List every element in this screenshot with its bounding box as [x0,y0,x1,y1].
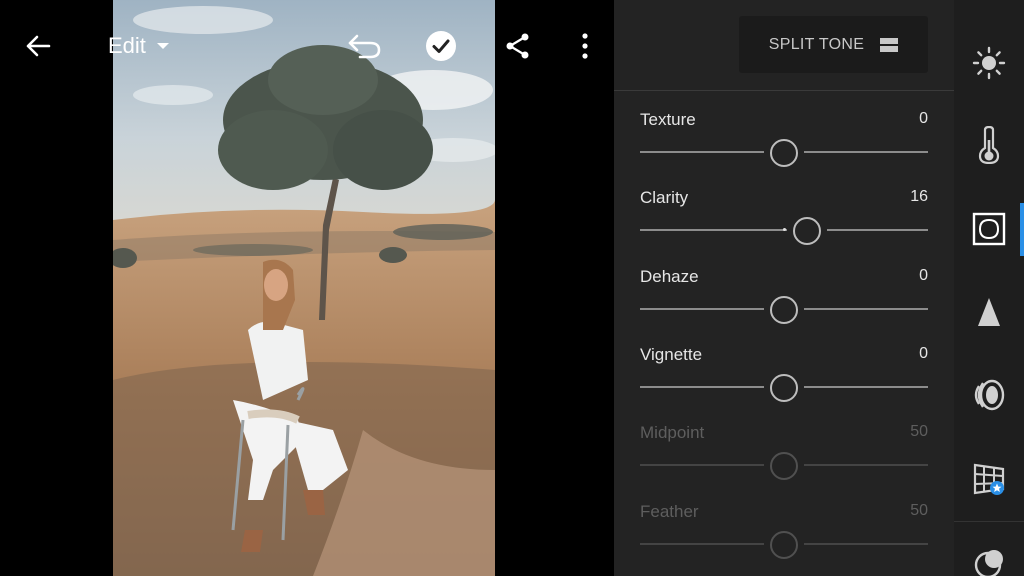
rail-item-mask[interactable] [954,532,1024,576]
vignette-slider-knob[interactable] [770,374,798,402]
rail-item-detail[interactable] [954,282,1024,342]
feather-track-left [640,543,764,545]
dehaze-slider-knob[interactable] [770,296,798,324]
rail-item-light[interactable] [954,33,1024,93]
vignette-track-left [640,386,764,388]
texture-track-left [640,151,764,153]
edit-mode-label: Edit [108,33,146,58]
feather-slider [640,531,928,559]
clarity-label: Clarity [640,188,689,207]
more-vertical-icon [582,33,588,59]
midpoint-track-left [640,464,764,466]
dehaze-value: 0 [919,267,928,284]
app-screen: Edit SPLIT TONE Texture 0 Clarity 16 Deh… [0,0,1024,576]
slider-row-feather: Feather 50 [640,502,928,572]
rail-divider [954,521,1024,522]
vignette-label: Vignette [640,345,703,364]
dehaze-label: Dehaze [640,267,699,286]
texture-slider[interactable] [640,139,928,167]
midpoint-label: Midpoint [640,423,705,442]
vignette-slider[interactable] [640,374,928,402]
midpoint-slider [640,452,928,480]
midpoint-value: 50 [910,423,928,440]
clarity-track-right [827,229,928,231]
dehaze-track-left [640,308,764,310]
texture-track-right [804,151,928,153]
clarity-slider-knob[interactable] [793,217,822,245]
texture-value: 0 [919,110,928,127]
effects-icon [972,212,1006,246]
caret-down-icon [156,43,169,49]
done-button[interactable] [421,26,461,66]
clarity-track-left [640,229,788,231]
edit-mode-dropdown[interactable]: Edit [108,30,170,62]
rail-item-effects[interactable] [954,199,1024,259]
rail-item-color[interactable] [954,115,1024,175]
slider-row-texture: Texture 0 [640,110,928,180]
optics-icon [974,379,1005,411]
feather-slider-knob [770,531,798,559]
tool-rail [954,0,1024,576]
share-icon [506,33,529,59]
share-button[interactable] [498,26,538,66]
split-tone-button[interactable]: SPLIT TONE [739,16,928,73]
texture-slider-knob[interactable] [770,139,798,167]
dehaze-slider[interactable] [640,296,928,324]
midpoint-track-right [804,464,928,466]
dehaze-track-right [804,308,928,310]
clarity-center-tick [782,228,786,231]
feather-track-right [804,543,928,545]
vignette-track-right [804,386,928,388]
feather-value: 50 [910,502,928,519]
light-icon [972,46,1006,80]
adjustments-panel: SPLIT TONE Texture 0 Clarity 16 Dehaze 0 Vigne… [614,0,954,576]
rail-item-geometry[interactable] [954,449,1024,509]
photo-canvas[interactable] [113,0,495,576]
clarity-value: 16 [910,188,928,205]
color-temperature-icon [978,126,1000,164]
panel-header: SPLIT TONE [614,0,954,91]
clarity-slider[interactable] [640,217,928,245]
detail-icon [978,298,1000,326]
back-button[interactable] [18,26,58,66]
geometry-icon [973,463,1005,495]
slider-row-clarity: Clarity 16 [640,188,928,258]
slider-row-midpoint: Midpoint 50 [640,423,928,493]
vignette-value: 0 [919,345,928,362]
texture-label: Texture [640,110,696,129]
slider-row-dehaze: Dehaze 0 [640,267,928,337]
feather-label: Feather [640,502,699,521]
undo-icon [348,34,381,59]
split-tone-label: SPLIT TONE [768,35,865,53]
rail-item-optics[interactable] [954,365,1024,425]
undo-button[interactable] [344,26,384,66]
arrow-left-icon [26,35,51,57]
more-options-button[interactable] [565,26,605,66]
slider-row-vignette: Vignette 0 [640,345,928,415]
mask-icon [974,550,1003,576]
rail-active-indicator [1020,203,1024,256]
midpoint-slider-knob [770,452,798,480]
check-circle-icon [426,31,456,61]
split-panel-icon [880,37,899,52]
